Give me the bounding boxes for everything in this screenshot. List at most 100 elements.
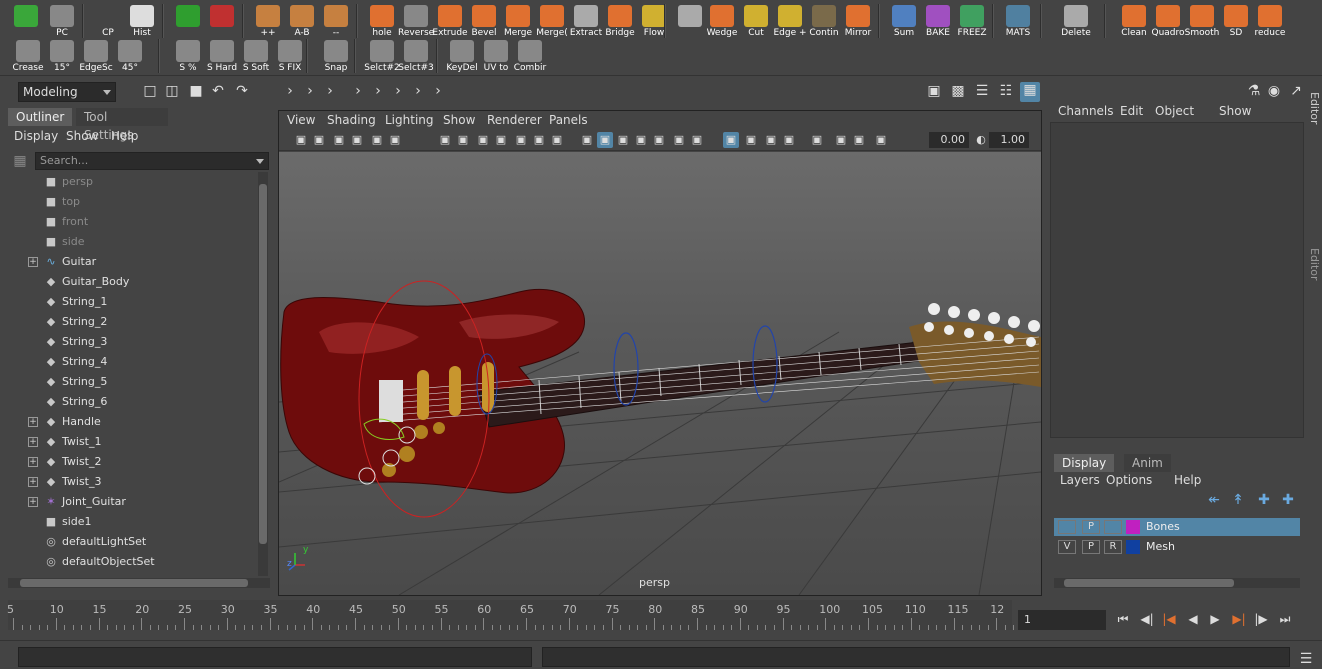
shelf-contin-button[interactable]: Contin bbox=[808, 3, 840, 39]
shelf-extract-button[interactable]: Extract bbox=[570, 3, 602, 39]
smooth-shade-icon[interactable]: ▣ bbox=[597, 132, 613, 148]
outliner-item[interactable]: ■ side bbox=[8, 232, 258, 252]
outliner-item[interactable]: ◎ defaultLightSet bbox=[8, 532, 258, 552]
filter-icon[interactable]: ▦ bbox=[12, 153, 28, 169]
shelf-s-soft-button[interactable]: S Soft bbox=[240, 38, 272, 74]
outliner-item[interactable]: ◎ defaultObjectSet bbox=[8, 552, 258, 572]
shelf-bridge-button[interactable]: Bridge bbox=[604, 3, 636, 39]
layer-r-toggle[interactable] bbox=[1104, 520, 1122, 534]
shelf-extrude-button[interactable]: Extrude bbox=[432, 3, 468, 39]
layer-menu-options[interactable]: Options bbox=[1106, 473, 1152, 487]
go-to-end-icon[interactable]: ⏭ bbox=[1276, 610, 1294, 628]
outliner-item[interactable]: ◆ Guitar_Body bbox=[8, 272, 258, 292]
outliner-item[interactable]: ◆ String_5 bbox=[8, 372, 258, 392]
expand-icon[interactable]: + bbox=[28, 437, 38, 447]
tab-attribute-editor[interactable]: Attribute Editor bbox=[1308, 248, 1322, 328]
screen-space-ao-icon[interactable]: ▣ bbox=[781, 132, 797, 148]
layer-color-swatch[interactable] bbox=[1126, 540, 1140, 554]
resolution-gate-icon[interactable]: ▣ bbox=[475, 132, 491, 148]
expand-icon[interactable]: + bbox=[28, 477, 38, 487]
step-forward-frame-icon[interactable]: ▶| bbox=[1230, 610, 1248, 628]
select-camera-icon[interactable]: ▣ bbox=[293, 132, 309, 148]
tab-anim-layers[interactable]: Anim bbox=[1124, 454, 1171, 472]
viewport-canvas[interactable]: y z persp bbox=[279, 152, 1041, 595]
viewport-menu-show[interactable]: Show bbox=[443, 113, 475, 127]
wireframe-on-shaded-icon[interactable]: ▣ bbox=[615, 132, 631, 148]
shelf-selct-3-button[interactable]: Selct#3 bbox=[398, 38, 434, 74]
shelf-freez-button[interactable]: FREEZ bbox=[956, 3, 988, 39]
viewport-menu-renderer[interactable]: Renderer bbox=[487, 113, 542, 127]
gamma-field[interactable]: 1.00 bbox=[989, 132, 1029, 148]
modeling-toolkit-icon[interactable]: ⚗ bbox=[1246, 83, 1262, 99]
snap-point-icon[interactable]: › bbox=[390, 83, 406, 99]
layer-v-toggle[interactable] bbox=[1058, 520, 1076, 534]
isolate-icon[interactable]: ▣ bbox=[723, 132, 739, 148]
outliner-item[interactable]: + ◆ Twist_3 bbox=[8, 472, 258, 492]
viewport-panel[interactable]: View Shading Lighting Show Renderer Panels 0.… bbox=[278, 110, 1042, 596]
hypershade-icon[interactable]: ☷ bbox=[998, 83, 1014, 99]
xray-joints-icon[interactable]: ▣ bbox=[743, 132, 759, 148]
step-back-key-icon[interactable]: ◀| bbox=[1138, 610, 1156, 628]
layer-r-toggle[interactable]: R bbox=[1104, 540, 1122, 554]
shelf-hist-button[interactable]: Hist bbox=[126, 3, 158, 39]
open-folder-icon[interactable]: ◫ bbox=[164, 83, 180, 99]
shelf-mirror-button[interactable]: Mirror bbox=[842, 3, 874, 39]
outliner-hscrollbar[interactable] bbox=[8, 578, 270, 588]
outliner-item[interactable]: ◆ String_1 bbox=[8, 292, 258, 312]
popout-icon[interactable]: ↗ bbox=[1288, 83, 1304, 99]
shelf-merge-button[interactable]: Merge( bbox=[536, 3, 568, 39]
move-layer-down-icon[interactable]: ↟ bbox=[1230, 492, 1246, 508]
step-back-frame-icon[interactable]: |◀ bbox=[1160, 610, 1178, 628]
select-by-component-icon[interactable]: › bbox=[322, 83, 338, 99]
expand-icon[interactable]: + bbox=[28, 457, 38, 467]
shelf--button[interactable]: -- bbox=[320, 3, 352, 39]
dof-icon[interactable]: ▣ bbox=[851, 132, 867, 148]
exposure-field[interactable]: 0.00 bbox=[929, 132, 969, 148]
xray-active-icon[interactable]: ▣ bbox=[763, 132, 779, 148]
shelf-smooth-button[interactable]: Smooth bbox=[1185, 3, 1219, 39]
new-scene-icon[interactable]: □ bbox=[142, 83, 158, 99]
shelf-a-b-button[interactable]: A-B bbox=[286, 3, 318, 39]
viewport-menu-panels[interactable]: Panels bbox=[549, 113, 588, 127]
outliner-item[interactable]: + ◆ Twist_2 bbox=[8, 452, 258, 472]
image-plane-icon[interactable]: ▣ bbox=[349, 132, 365, 148]
mel-command-input[interactable] bbox=[18, 647, 532, 667]
viewport-menu-view[interactable]: View bbox=[287, 113, 315, 127]
shelf-s-fix-button[interactable]: S FIX bbox=[274, 38, 306, 74]
viewport-menu-lighting[interactable]: Lighting bbox=[385, 113, 434, 127]
play-backward-icon[interactable]: ◀ bbox=[1184, 610, 1202, 628]
outliner-item[interactable]: ■ front bbox=[8, 212, 258, 232]
layer-menu-layers[interactable]: Layers bbox=[1060, 473, 1100, 487]
snap-surface-icon[interactable]: › bbox=[430, 83, 446, 99]
layer-p-toggle[interactable]: P bbox=[1082, 540, 1100, 554]
shelf-edge-button[interactable]: Edge + bbox=[773, 3, 807, 39]
hik-icon[interactable]: ◉ bbox=[1266, 83, 1282, 99]
outliner-menu-help[interactable]: Help bbox=[111, 129, 138, 143]
layer-color-swatch[interactable] bbox=[1126, 520, 1140, 534]
grid-icon[interactable]: ▣ bbox=[437, 132, 453, 148]
shelf-pc-button[interactable]: PC bbox=[46, 3, 78, 39]
outliner-item[interactable]: ◆ String_2 bbox=[8, 312, 258, 332]
shelf-bake-button[interactable]: BAKE bbox=[922, 3, 954, 39]
film-gate-icon[interactable]: ▣ bbox=[455, 132, 471, 148]
render-icon[interactable]: ▣ bbox=[926, 83, 942, 99]
shelf-button[interactable] bbox=[206, 3, 238, 39]
undo-icon[interactable]: ↶ bbox=[210, 83, 226, 99]
render-settings-icon[interactable]: ☰ bbox=[974, 83, 990, 99]
anti-alias-icon[interactable]: ▣ bbox=[833, 132, 849, 148]
shelf-quadro-button[interactable]: Quadro bbox=[1151, 3, 1185, 39]
go-to-start-icon[interactable]: ⏮ bbox=[1114, 610, 1132, 628]
shelf-mats-button[interactable]: MATS bbox=[1002, 3, 1034, 39]
shelf--button[interactable]: ++ bbox=[252, 3, 284, 39]
snap-plane-icon[interactable]: › bbox=[410, 83, 426, 99]
layer-row[interactable]: V P R Mesh bbox=[1054, 538, 1300, 556]
script-editor-icon[interactable]: ☰ bbox=[1298, 651, 1314, 667]
cb-menu-edit[interactable]: Edit bbox=[1120, 104, 1143, 118]
outliner-item[interactable]: ■ side1 bbox=[8, 512, 258, 532]
tab-tool-settings[interactable]: Tool Settings bbox=[76, 108, 168, 142]
2d-pan-zoom-icon[interactable]: ▣ bbox=[387, 132, 403, 148]
shelf-uv-to-button[interactable]: UV to bbox=[480, 38, 512, 74]
outliner-item[interactable]: + ✶ Joint_Guitar bbox=[8, 492, 258, 512]
shelf-selct-2-button[interactable]: Selct#2 bbox=[364, 38, 400, 74]
new-layer-selected-icon[interactable]: ✚ bbox=[1280, 492, 1296, 508]
